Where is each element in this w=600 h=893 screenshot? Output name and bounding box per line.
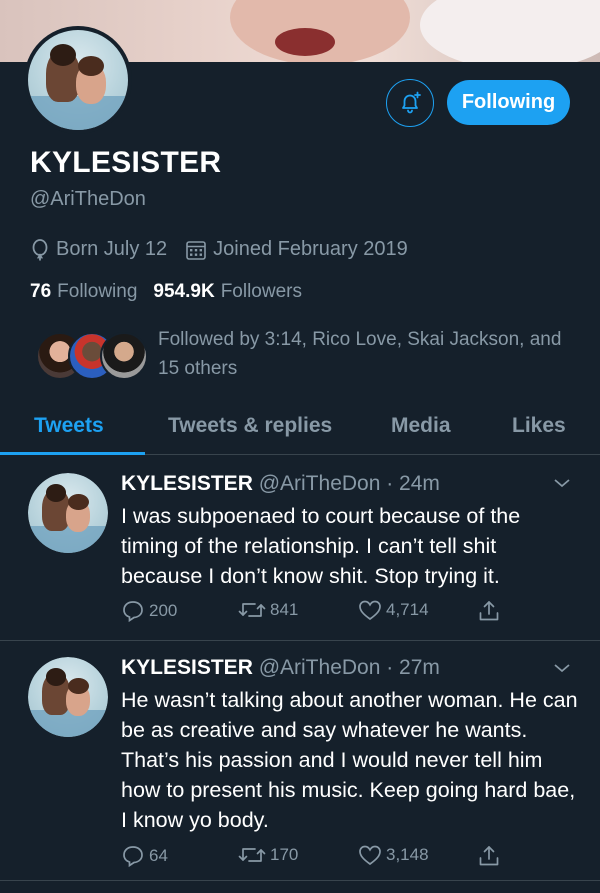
retweet-button[interactable]: 841: [238, 599, 298, 621]
reply-count: 200: [149, 601, 178, 620]
avatar-person-head: [45, 484, 67, 502]
followers-count: 954.9K: [153, 281, 215, 302]
reply-icon: [121, 844, 145, 868]
avatar-image: [28, 30, 128, 130]
tweet-avatar[interactable]: [28, 657, 108, 737]
avatar-child-head: [78, 56, 104, 76]
retweet-icon: [238, 599, 266, 621]
profile-tabs: Tweets Tweets & replies Media Likes: [0, 398, 600, 455]
avatar: [100, 332, 148, 380]
followers-label: Followers: [220, 281, 302, 302]
tab-tweets-and-replies[interactable]: Tweets & replies: [168, 398, 332, 454]
like-count: 3,148: [386, 845, 429, 864]
banner-shape: [275, 28, 335, 56]
profile-handle: @AriTheDon: [30, 188, 146, 210]
avatar-person-head: [50, 44, 76, 66]
share-button[interactable]: [477, 844, 505, 868]
share-icon: [477, 844, 501, 868]
tweet-handle-time: @AriTheDon · 27m: [258, 656, 440, 679]
tweet-actions: 200 841 4,714: [121, 599, 521, 627]
calendar-icon: [185, 239, 207, 261]
reply-button[interactable]: 64: [121, 844, 168, 868]
retweet-count: 170: [270, 845, 299, 864]
following-count-link[interactable]: 76 Following: [30, 281, 137, 303]
birthday-balloon-icon: [30, 238, 50, 261]
profile-display-name: KYLESISTER: [30, 146, 222, 179]
tab-tweets[interactable]: Tweets: [34, 398, 104, 454]
like-button[interactable]: 4,714: [358, 599, 429, 621]
avatar-image: [28, 657, 108, 737]
profile-joined: Joined February 2019: [213, 238, 408, 260]
retweet-button[interactable]: 170: [238, 844, 298, 866]
avatar-image: [28, 473, 108, 553]
followers-count-link[interactable]: 954.9K Followers: [153, 281, 302, 303]
tab-likes[interactable]: Likes: [512, 398, 566, 454]
chevron-down-icon[interactable]: [553, 661, 571, 679]
tweet-actions: 64 170 3,148: [121, 844, 521, 872]
tweet-author-name[interactable]: KYLESISTER: [121, 472, 253, 495]
retweet-count: 841: [270, 600, 299, 619]
notifications-button[interactable]: [386, 79, 434, 127]
tweet-handle-time: @AriTheDon · 24m: [258, 472, 440, 495]
retweet-icon: [238, 844, 266, 866]
tweet-text: He wasn’t talking about another woman. H…: [121, 688, 578, 832]
banner-shape: [420, 0, 600, 62]
profile-avatar[interactable]: [24, 26, 132, 134]
avatar-child-head: [68, 493, 89, 510]
profile-counts: 76 Following 954.9K Followers: [30, 281, 302, 303]
profile-meta: Born July 12 Joined February 2019: [30, 238, 408, 261]
like-button[interactable]: 3,148: [358, 844, 429, 866]
tweet-text: I was subpoenaed to court because of the…: [121, 504, 521, 588]
share-icon: [477, 599, 501, 623]
like-icon: [358, 599, 382, 621]
following-label: Following: [57, 281, 138, 302]
avatar-water: [28, 96, 128, 130]
profile-birthday: Born July 12: [56, 238, 168, 260]
tab-media[interactable]: Media: [391, 398, 451, 454]
avatar-water: [28, 709, 108, 737]
tweet-author-name[interactable]: KYLESISTER: [121, 656, 253, 679]
following-button[interactable]: Following: [447, 80, 570, 125]
like-icon: [358, 844, 382, 866]
active-tab-indicator: [0, 452, 145, 455]
tweet[interactable]: KYLESISTER @AriTheDon · 24m I was subpoe…: [0, 456, 600, 641]
reply-button[interactable]: 200: [121, 599, 177, 623]
tweet-header: KYLESISTER @AriTheDon · 24m: [121, 472, 440, 496]
avatar-child-head: [68, 677, 89, 694]
following-count: 76: [30, 281, 52, 302]
chevron-down-icon[interactable]: [553, 476, 571, 494]
reply-icon: [121, 599, 145, 623]
followed-by-text[interactable]: Followed by 3:14, Rico Love, Skai Jackso…: [158, 325, 578, 383]
bell-plus-icon: [402, 91, 421, 114]
tweet[interactable]: KYLESISTER @AriTheDon · 27m He wasn’t ta…: [0, 641, 600, 881]
like-count: 4,714: [386, 600, 429, 619]
tweet-header: KYLESISTER @AriTheDon · 27m: [121, 656, 440, 680]
share-button[interactable]: [477, 599, 505, 623]
reply-count: 64: [149, 846, 168, 865]
avatar-water: [28, 525, 108, 553]
tweet-avatar[interactable]: [28, 473, 108, 553]
mutual-followers-avatars[interactable]: [36, 332, 148, 382]
avatar-person-head: [45, 668, 67, 686]
